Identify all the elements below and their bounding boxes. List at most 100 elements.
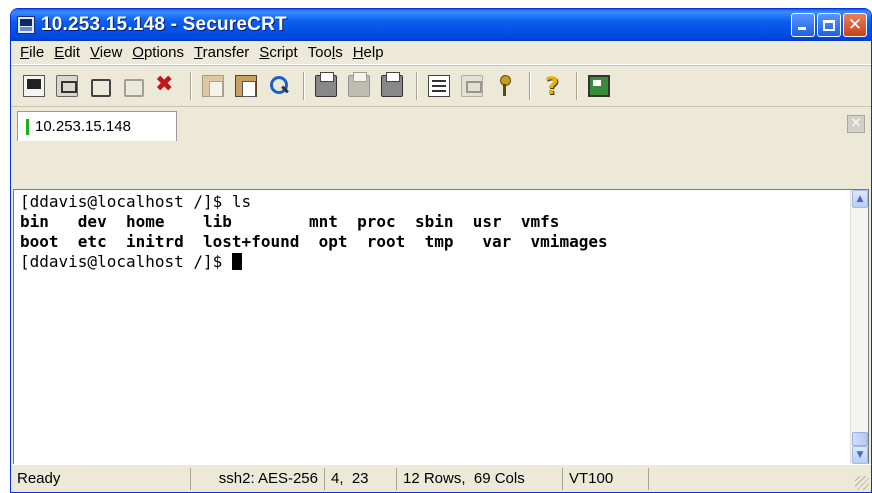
status-emulation: VT100	[563, 467, 649, 490]
quick-connect-icon	[56, 75, 78, 97]
sftp-button[interactable]	[584, 71, 614, 101]
maximize-button[interactable]	[817, 13, 841, 37]
copy-icon	[202, 75, 224, 97]
toolbar-separator	[529, 72, 531, 100]
close-icon: ✕	[847, 14, 863, 35]
toolbar: ?	[11, 65, 871, 107]
menu-tools[interactable]: Tools	[303, 44, 348, 61]
menu-mnemonic: S	[259, 44, 270, 61]
status-state-text: Ready	[17, 470, 61, 487]
status-bar: Ready ssh2: AES-256 4, 23 12 Rows, 69 Co…	[11, 464, 871, 492]
help-icon: ?	[545, 72, 559, 100]
scroll-up-button[interactable]: ▲	[852, 190, 868, 208]
print-selection-icon	[348, 72, 370, 97]
menu-label-rest: ransfer	[202, 44, 250, 61]
menu-help[interactable]: Help	[348, 44, 389, 61]
connect-tab-icon	[89, 75, 111, 97]
minimize-icon	[798, 27, 806, 30]
window-controls: ✕	[791, 13, 867, 37]
keymap-button[interactable]	[490, 71, 520, 101]
disconnect-icon	[155, 72, 177, 97]
scrollbar-thumb[interactable]	[852, 432, 868, 446]
keymap-icon	[494, 75, 516, 97]
print-selection-button[interactable]	[344, 71, 374, 101]
toolbar-separator	[303, 72, 305, 100]
menu-transfer[interactable]: Transfer	[189, 44, 254, 61]
reconnect-button[interactable]	[118, 71, 148, 101]
connect-icon	[23, 75, 45, 97]
close-tab-button[interactable]: ✕	[847, 115, 865, 133]
toolbar-separator	[576, 72, 578, 100]
maximize-icon	[823, 19, 835, 31]
terminal-line: bin dev home lib mnt proc sbin usr vmfs	[20, 212, 560, 231]
terminal-line: boot etc initrd lost+found opt root tmp …	[20, 232, 608, 251]
status-terminal-size: 12 Rows, 69 Cols	[397, 467, 563, 490]
status-cipher-text: ssh2: AES-256	[218, 470, 318, 487]
terminal-pane[interactable]: [ddavis@localhost /]$ ls bin dev home li…	[13, 189, 869, 465]
status-cursor-text: 4, 23	[331, 470, 369, 487]
menu-label-rest: elp	[363, 44, 384, 61]
menu-view[interactable]: View	[85, 44, 127, 61]
menu-label-rest: cript	[269, 44, 298, 61]
close-button[interactable]: ✕	[843, 13, 867, 37]
window-title: 10.253.15.148 - SecureCRT	[41, 14, 287, 35]
print-icon	[381, 72, 403, 97]
help-button[interactable]: ?	[537, 71, 567, 101]
quick-connect-button[interactable]	[52, 71, 82, 101]
menu-options[interactable]: Options	[127, 44, 189, 61]
copy-button[interactable]	[198, 71, 228, 101]
menu-bar: File Edit View Options Transfer Script T…	[11, 41, 871, 65]
vertical-scrollbar[interactable]: ▲ ▼	[850, 190, 868, 464]
menu-mnemonic: V	[90, 44, 100, 61]
minimize-button[interactable]	[791, 13, 815, 37]
session-tab-label: 10.253.15.148	[35, 118, 131, 135]
close-tab-icon: ✕	[850, 116, 862, 131]
terminal-prompt-line: [ddavis@localhost /]$	[20, 252, 232, 271]
session-options-icon	[428, 75, 450, 97]
toolbar-separator	[190, 72, 192, 100]
menu-label-rest: Too	[307, 44, 332, 61]
connect-in-tab-button[interactable]	[85, 71, 115, 101]
securecrt-app-icon[interactable]	[17, 16, 35, 34]
print-button[interactable]	[377, 71, 407, 101]
scroll-down-button[interactable]: ▼	[852, 446, 868, 464]
menu-mnemonic: H	[352, 44, 364, 61]
menu-label-rest: ptions	[143, 44, 184, 61]
chevron-up-icon: ▲	[856, 194, 864, 204]
session-tab[interactable]: 10.253.15.148	[17, 111, 177, 141]
terminal-line: [ddavis@localhost /]$ ls	[20, 192, 252, 211]
status-emulation-text: VT100	[569, 470, 614, 487]
reconnect-icon	[122, 75, 144, 97]
resize-grip[interactable]	[855, 476, 869, 490]
menu-file[interactable]: File	[15, 44, 49, 61]
sftp-icon	[588, 75, 610, 97]
securecrt-window: 10.253.15.148 - SecureCRT ✕ File Edit Vi…	[10, 8, 872, 493]
menu-script[interactable]: Script	[254, 44, 302, 61]
menu-mnemonic: F	[20, 44, 30, 61]
terminal-output[interactable]: [ddavis@localhost /]$ ls bin dev home li…	[20, 192, 848, 464]
menu-label-rest: dit	[64, 44, 81, 61]
disconnect-button[interactable]	[151, 71, 181, 101]
status-state: Ready	[11, 467, 191, 490]
find-icon	[268, 75, 290, 97]
menu-label-rest: iew	[99, 44, 123, 61]
title-bar[interactable]: 10.253.15.148 - SecureCRT ✕	[11, 9, 871, 41]
chevron-down-icon: ▼	[856, 450, 864, 460]
global-options-button[interactable]	[457, 71, 487, 101]
global-options-icon	[461, 75, 483, 97]
status-cursor-position: 4, 23	[325, 467, 397, 490]
menu-label-rest: ile	[29, 44, 45, 61]
find-button[interactable]	[264, 71, 294, 101]
session-options-button[interactable]	[424, 71, 454, 101]
connected-status-icon	[26, 118, 29, 135]
menu-mnemonic: T	[194, 44, 203, 61]
print-setup-button[interactable]	[311, 71, 341, 101]
connect-button[interactable]	[19, 71, 49, 101]
status-size-text: 12 Rows, 69 Cols	[403, 470, 525, 487]
print-setup-icon	[315, 72, 337, 97]
toolbar-separator	[416, 72, 418, 100]
terminal-cursor	[231, 253, 242, 270]
paste-button[interactable]	[231, 71, 261, 101]
tab-strip: 10.253.15.148 ✕	[11, 107, 871, 141]
menu-edit[interactable]: Edit	[49, 44, 85, 61]
